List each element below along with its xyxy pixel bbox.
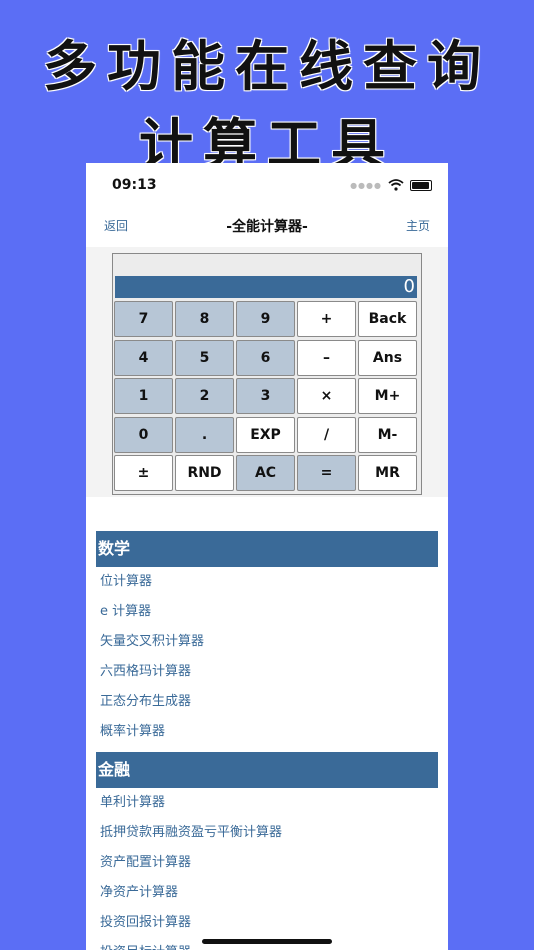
wifi-icon xyxy=(388,179,404,191)
home-link[interactable]: 主页 xyxy=(406,217,430,234)
page-title: -全能计算器- xyxy=(226,219,308,235)
calc-key[interactable]: RND xyxy=(175,455,234,492)
list-item[interactable]: 资产配置计算器 xyxy=(96,848,438,878)
signal-icon: ●●●● xyxy=(350,180,382,190)
calc-key[interactable]: 3 xyxy=(236,378,295,415)
calc-key[interactable]: / xyxy=(297,416,356,453)
calc-key[interactable]: Back xyxy=(358,301,417,337)
calc-key[interactable]: . xyxy=(175,416,234,453)
calc-key[interactable]: 7 xyxy=(114,301,173,337)
calc-key[interactable]: ± xyxy=(114,455,173,492)
calc-key[interactable]: Ans xyxy=(358,339,417,376)
calc-key[interactable]: EXP xyxy=(236,416,295,453)
calc-key[interactable]: AC xyxy=(236,455,295,492)
headline-line-1: 多功能在线查询 xyxy=(43,35,491,98)
calculator-area: 0 7 8 9 + Back 4 5 6– Ans 1 2 3 × M+ 0. EXP / M- ± RND AC = MR xyxy=(86,247,448,497)
list-item[interactable]: 单利计算器 xyxy=(96,788,438,818)
status-bar: 09:13 ●●●● xyxy=(86,163,448,207)
list-item[interactable]: 六西格玛计算器 xyxy=(96,657,438,687)
list-item[interactable]: e 计算器 xyxy=(96,597,438,627)
calc-key[interactable]: 0 xyxy=(114,416,173,453)
section-finance: 金融 单利计算器 抵押贷款再融资盈亏平衡计算器 资产配置计算器 净资产计算器 投… xyxy=(96,752,438,950)
calculator: 0 7 8 9 + Back 4 5 6– Ans 1 2 3 × M+ 0. EXP / M- ± RND AC = MR xyxy=(112,253,422,495)
battery-icon xyxy=(410,179,432,191)
status-icons: ●●●● xyxy=(350,179,432,191)
calc-key[interactable]: 2 xyxy=(175,378,234,415)
calc-key[interactable]: M- xyxy=(358,416,417,453)
list-item[interactable]: 正态分布生成器 xyxy=(96,687,438,717)
section-math: 数学 位计算器 e 计算器 矢量交叉积计算器 六西格玛计算器 正态分布生成器 概… xyxy=(96,531,438,747)
calc-key[interactable]: + xyxy=(297,301,356,337)
section-header-finance: 金融 xyxy=(96,752,438,788)
list-item[interactable]: 投资回报计算器 xyxy=(96,908,438,938)
calculator-keypad: 7 8 9 + Back 4 5 6– Ans 1 2 3 × M+ 0. EXP / M- ± RND AC = MR xyxy=(114,301,417,492)
calc-key[interactable]: × xyxy=(297,378,356,415)
calc-key[interactable]: 5 xyxy=(175,339,234,376)
calc-key[interactable]: 8 xyxy=(175,301,234,337)
calc-key[interactable]: M+ xyxy=(358,378,417,415)
list-item[interactable]: 矢量交叉积计算器 xyxy=(96,627,438,657)
calc-key[interactable]: 9 xyxy=(236,301,295,337)
home-indicator xyxy=(202,939,332,944)
phone-screen: 09:13 ●●●● 返回 -全能计算器- 主页 0 7 8 9 + Back 4 5 6– A… xyxy=(86,163,448,950)
list-item[interactable]: 抵押贷款再融资盈亏平衡计算器 xyxy=(96,818,438,848)
calc-key[interactable]: MR xyxy=(358,455,417,492)
calc-key[interactable]: – xyxy=(297,339,356,376)
calc-key[interactable]: 1 xyxy=(114,378,173,415)
list-item[interactable]: 净资产计算器 xyxy=(96,878,438,908)
calc-key[interactable]: = xyxy=(297,455,356,492)
calc-key[interactable]: 4 xyxy=(114,339,173,376)
nav-bar: 返回 -全能计算器- 主页 xyxy=(86,207,448,243)
section-header-math: 数学 xyxy=(96,531,438,567)
calculator-display: 0 xyxy=(115,276,417,298)
list-item[interactable]: 位计算器 xyxy=(96,567,438,597)
calc-key[interactable]: 6 xyxy=(236,339,295,376)
list-item[interactable]: 概率计算器 xyxy=(96,717,438,747)
status-time: 09:13 xyxy=(112,177,157,193)
